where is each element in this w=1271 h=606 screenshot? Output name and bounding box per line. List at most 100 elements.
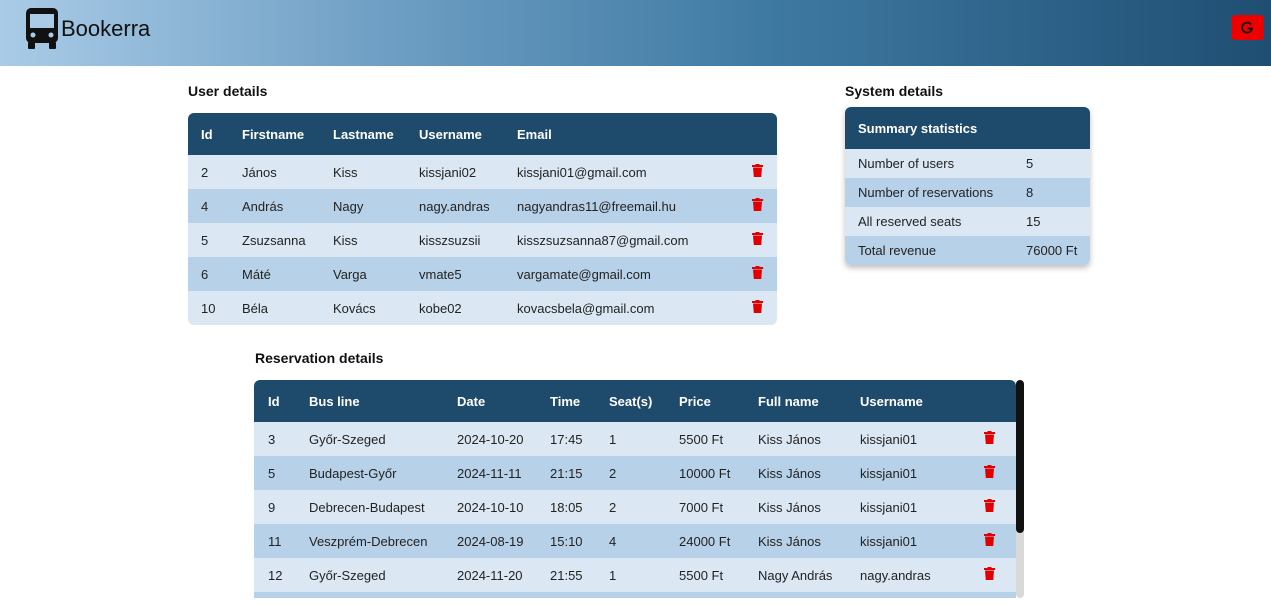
res-date: 2024-10-10 [443,490,536,524]
stat-value: 76000 Ft [1013,236,1090,265]
top-bar: Bookerra G [0,0,1271,66]
table-row: All reserved seats 15 [845,207,1090,236]
user-table: Id Firstname Lastname Username Email 2 J… [188,113,777,325]
stat-value: 15 [1013,207,1090,236]
scrollbar-thumb[interactable] [1016,380,1024,533]
stat-label: Number of users [845,149,1013,178]
table-row: 11 Veszprém-Debrecen 2024-08-19 15:10 4 … [254,524,1016,558]
user-firstname: Béla [229,291,320,325]
delete-cell [970,422,1016,456]
user-username: kobe02 [406,291,504,325]
col-id: Id [188,113,229,155]
reservation-scrollbar[interactable] [1016,380,1024,598]
col-price: Price [665,380,744,422]
delete-user-icon[interactable] [752,266,763,282]
col-full-name: Full name [744,380,846,422]
col-time: Time [536,380,595,422]
delete-reservation-icon[interactable] [984,567,995,583]
res-time: 18:05 [536,490,595,524]
res-full-name: Kiss János [744,524,846,558]
delete-reservation-icon[interactable] [984,533,995,549]
res-seats: 1 [595,558,665,592]
table-row: 3 Győr-Szeged 2024-10-20 17:45 1 5500 Ft… [254,422,1016,456]
res-seats: 2 [595,490,665,524]
col-bus-line: Bus line [295,380,443,422]
user-details-title: User details [188,83,268,99]
res-price: 10000 Ft [665,456,744,490]
delete-user-icon[interactable] [752,300,763,316]
res-price: 24000 Ft [665,524,744,558]
res-username: kissjani01 [846,422,970,456]
reservation-table-header: Id Bus line Date Time Seat(s) Price Full… [254,380,1016,422]
delete-cell [739,223,777,257]
user-username: kissjani02 [406,155,504,189]
logout-button[interactable]: G [1231,15,1264,40]
user-firstname: András [229,189,320,223]
delete-user-icon[interactable] [752,164,763,180]
delete-reservation-icon[interactable] [984,499,995,515]
res-seats: 1 [595,422,665,456]
delete-cell [739,155,777,189]
delete-reservation-icon[interactable] [984,465,995,481]
col-date: Date [443,380,536,422]
table-row: Number of users 5 [845,149,1090,178]
res-bus-line: Budapest-Győr [295,456,443,490]
delete-user-icon[interactable] [752,232,763,248]
col-id: Id [254,380,295,422]
reservation-table-card: Id Bus line Date Time Seat(s) Price Full… [254,380,1016,598]
res-price: 5500 Ft [665,422,744,456]
system-stats-card: Summary statistics Number of users 5 Num… [845,107,1090,265]
res-full-name: Kiss János [744,490,846,524]
res-username: kissjani01 [846,456,970,490]
res-id: 11 [254,524,295,558]
user-id: 10 [188,291,229,325]
col-lastname: Lastname [320,113,406,155]
table-row: 12 Győr-Szeged 2024-11-20 21:55 1 5500 F… [254,558,1016,592]
delete-cell [970,490,1016,524]
col-actions [970,380,1016,422]
user-lastname: Varga [320,257,406,291]
res-seats: 4 [595,524,665,558]
user-lastname: Kiss [320,223,406,257]
delete-cell [739,189,777,223]
user-id: 5 [188,223,229,257]
user-email: vargamate@gmail.com [504,257,739,291]
user-id: 6 [188,257,229,291]
stat-label: All reserved seats [845,207,1013,236]
col-username: Username [846,380,970,422]
reservation-table: Id Bus line Date Time Seat(s) Price Full… [254,380,1016,598]
res-date: 2024-11-20 [443,558,536,592]
delete-reservation-icon[interactable] [984,431,995,447]
res-time: 17:45 [536,422,595,456]
res-price: 5500 Ft [665,558,744,592]
user-table-card: Id Firstname Lastname Username Email 2 J… [188,113,777,325]
delete-cell [739,291,777,325]
delete-cell [739,257,777,291]
table-row: 5 Zsuzsanna Kiss kisszsuzsii kisszsuzsan… [188,223,777,257]
reservation-details-title: Reservation details [255,350,384,366]
res-price: 7000 Ft [665,490,744,524]
table-row: 2 János Kiss kissjani02 kissjani01@gmail… [188,155,777,189]
delete-cell [970,456,1016,490]
user-username: vmate5 [406,257,504,291]
user-email: kovacsbela@gmail.com [504,291,739,325]
res-username: kissjani01 [846,490,970,524]
app-brand: Bookerra [61,16,151,41]
res-username: nagy.andras [846,558,970,592]
col-firstname: Firstname [229,113,320,155]
user-lastname: Kovács [320,291,406,325]
res-full-name: Kiss János [744,422,846,456]
stat-label: Number of reservations [845,178,1013,207]
user-email: kissjani01@gmail.com [504,155,739,189]
bus-icon [25,7,59,54]
res-seats: 2 [595,456,665,490]
res-full-name: Nagy András [744,558,846,592]
table-row: Total revenue 76000 Ft [845,236,1090,265]
res-id: 5 [254,456,295,490]
table-row: 6 Máté Varga vmate5 vargamate@gmail.com [188,257,777,291]
res-date: 2024-10-20 [443,422,536,456]
system-details-title: System details [845,83,944,99]
user-table-header: Id Firstname Lastname Username Email [188,113,777,155]
delete-user-icon[interactable] [752,198,763,214]
summary-table: Summary statistics Number of users 5 Num… [845,107,1090,265]
